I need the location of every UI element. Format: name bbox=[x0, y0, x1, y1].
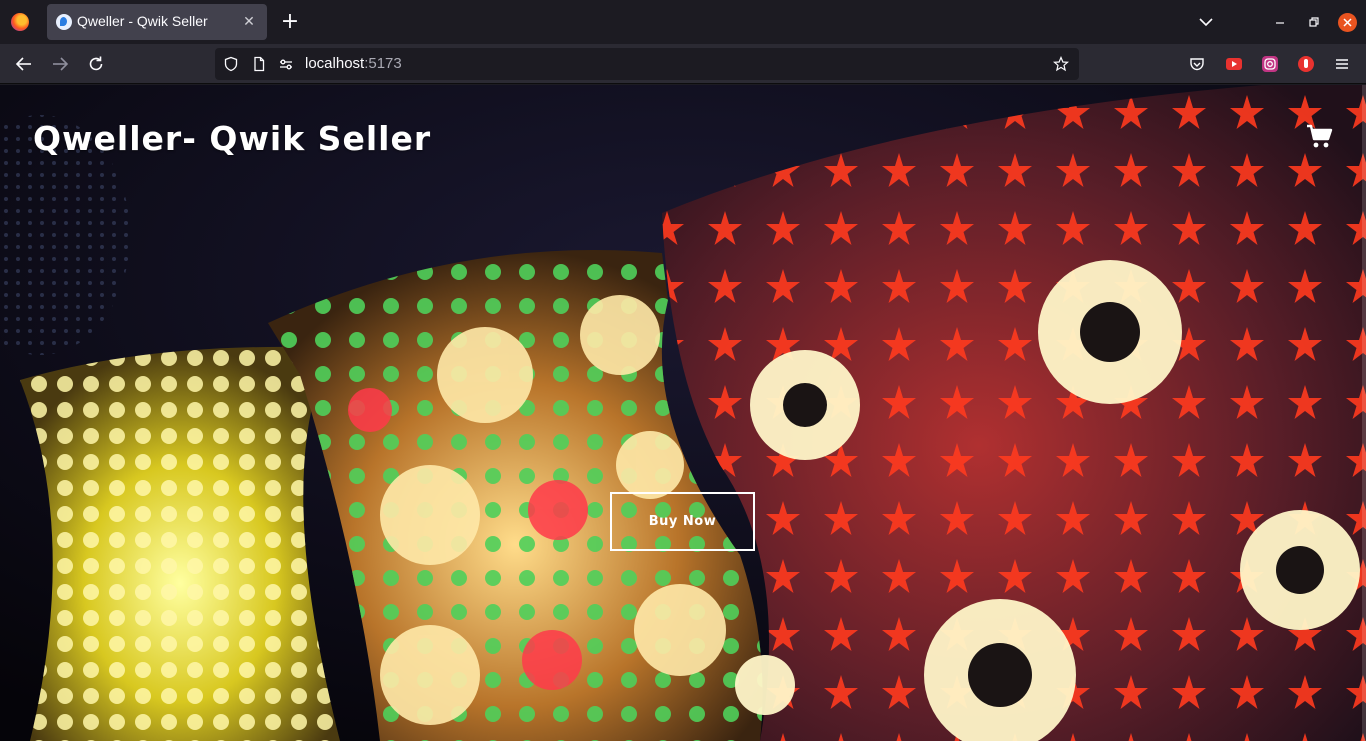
restore-window-icon[interactable] bbox=[1304, 12, 1324, 32]
page-scrollbar[interactable] bbox=[1362, 85, 1366, 741]
back-arrow-icon[interactable] bbox=[14, 54, 34, 74]
site-favicon-icon bbox=[56, 14, 72, 30]
new-tab-button[interactable]: + bbox=[278, 10, 302, 34]
url-text[interactable]: localhost:5173 bbox=[305, 55, 402, 72]
shield-icon[interactable] bbox=[223, 56, 239, 72]
address-bar[interactable]: localhost:5173 bbox=[215, 48, 1079, 80]
close-icon bbox=[1343, 18, 1352, 27]
buy-now-button[interactable]: Buy Now bbox=[610, 492, 755, 551]
list-all-tabs-icon[interactable] bbox=[1196, 12, 1216, 32]
instagram-extension-icon[interactable] bbox=[1261, 55, 1279, 73]
tab-qweller[interactable]: Qweller - Qwik Seller ✕ bbox=[47, 4, 267, 40]
bookmark-star-icon[interactable] bbox=[1053, 56, 1069, 72]
close-window-button[interactable] bbox=[1338, 13, 1357, 32]
minimize-window-icon[interactable] bbox=[1270, 12, 1290, 32]
forward-arrow-icon[interactable] bbox=[50, 54, 70, 74]
web-page: Qweller- Qwik Seller Buy Now bbox=[0, 85, 1366, 741]
reload-icon[interactable] bbox=[86, 54, 106, 74]
browser-toolbar: localhost:5173 bbox=[0, 44, 1366, 84]
tab-title: Qweller - Qwik Seller bbox=[77, 13, 208, 29]
browser-tab-strip: Qweller - Qwik Seller ✕ + bbox=[0, 0, 1366, 44]
site-permissions-icon[interactable] bbox=[278, 56, 294, 72]
tab-close-icon[interactable]: ✕ bbox=[239, 12, 259, 32]
firefox-logo-icon[interactable] bbox=[11, 13, 29, 31]
url-port: :5173 bbox=[364, 55, 402, 72]
pocket-icon[interactable] bbox=[1188, 55, 1206, 73]
site-title[interactable]: Qweller- Qwik Seller bbox=[33, 119, 431, 158]
hero-background-image bbox=[0, 85, 1366, 741]
page-icon[interactable] bbox=[251, 56, 267, 72]
shopping-cart-icon[interactable] bbox=[1306, 123, 1334, 149]
hamburger-menu-icon[interactable] bbox=[1333, 55, 1351, 73]
url-host: localhost bbox=[305, 55, 365, 72]
hand-stop-extension-icon[interactable] bbox=[1297, 55, 1315, 73]
video-extension-icon[interactable] bbox=[1225, 55, 1243, 73]
